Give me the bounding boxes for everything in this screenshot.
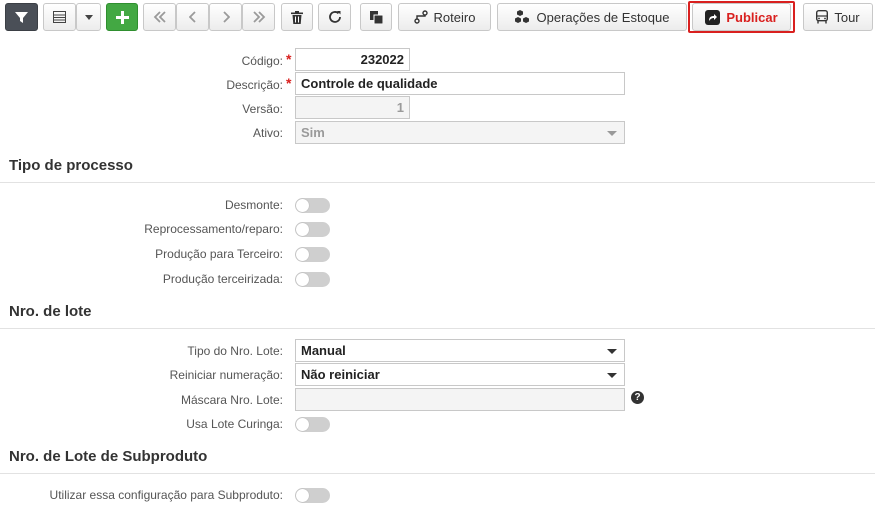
roteiro-button[interactable]: Roteiro xyxy=(398,3,491,31)
toggle-knob xyxy=(296,199,309,212)
publicar-button[interactable]: Publicar xyxy=(692,3,791,31)
reiniciar-select[interactable]: Não reiniciar xyxy=(295,363,625,386)
refresh-button[interactable] xyxy=(318,3,351,31)
route-icon xyxy=(413,10,428,24)
descricao-required-marker: * xyxy=(286,75,292,91)
filter-button[interactable] xyxy=(5,3,38,31)
tour-button[interactable]: Tour xyxy=(803,3,873,31)
producao-terceirizada-label: Produção terceirizada: xyxy=(162,272,283,286)
toggle-knob xyxy=(296,489,309,502)
versao-label: Versão: xyxy=(242,102,283,116)
tipo-lote-label: Tipo do Nro. Lote: xyxy=(187,344,283,358)
mascara-label: Máscara Nro. Lote: xyxy=(180,393,283,407)
ativo-label: Ativo: xyxy=(252,126,283,140)
caret-down-icon xyxy=(84,14,93,20)
codigo-label: Código: xyxy=(241,54,283,68)
view-dropdown-button[interactable] xyxy=(76,3,101,31)
subproduto-divider xyxy=(0,473,875,474)
nro-lote-title: Nro. de lote xyxy=(9,303,92,320)
help-icon[interactable]: ? xyxy=(631,391,644,404)
toggle-knob xyxy=(296,223,309,236)
ativo-caret-icon xyxy=(607,131,617,136)
reiniciar-label: Reiniciar numeração: xyxy=(169,368,283,382)
nro-lote-divider xyxy=(0,328,875,329)
roteiro-label: Roteiro xyxy=(433,9,476,25)
ativo-value: Sim xyxy=(301,125,325,140)
desmonte-label: Desmonte: xyxy=(224,198,283,212)
list-icon xyxy=(53,11,66,23)
chevron-left-icon xyxy=(188,11,196,23)
reiniciar-value: Não reiniciar xyxy=(301,367,380,382)
reiniciar-caret-icon xyxy=(607,373,617,378)
curinga-label: Usa Lote Curinga: xyxy=(186,417,283,431)
operacoes-estoque-button[interactable]: Operações de Estoque xyxy=(497,3,687,31)
previous-record-button[interactable] xyxy=(176,3,209,31)
versao-value: 1 xyxy=(396,100,404,115)
desmonte-toggle[interactable] xyxy=(295,198,330,213)
double-chevron-left-icon xyxy=(153,11,166,23)
ativo-select: Sim xyxy=(295,121,625,144)
list-view-button[interactable] xyxy=(43,3,76,31)
codigo-value: 232022 xyxy=(360,52,404,67)
operacoes-estoque-label: Operações de Estoque xyxy=(536,9,670,25)
producao-terceiro-label: Produção para Terceiro: xyxy=(155,247,283,261)
trash-icon xyxy=(291,10,303,24)
chevron-right-icon xyxy=(222,11,230,23)
utilizar-subproduto-toggle[interactable] xyxy=(295,488,330,503)
tipo-processo-divider xyxy=(0,182,875,183)
producao-terceiro-toggle[interactable] xyxy=(295,247,330,262)
reprocessamento-label: Reprocessamento/reparo: xyxy=(144,222,283,236)
tour-label: Tour xyxy=(834,9,860,25)
versao-input: 1 xyxy=(295,96,410,119)
copy-icon xyxy=(369,10,383,24)
copy-button[interactable] xyxy=(360,3,392,31)
cubes-icon xyxy=(514,10,529,23)
first-record-button[interactable] xyxy=(143,3,176,31)
descricao-label: Descrição: xyxy=(226,78,283,92)
delete-button[interactable] xyxy=(281,3,313,31)
toggle-knob xyxy=(296,273,309,286)
descricao-input[interactable]: Controle de qualidade xyxy=(295,72,625,95)
publicar-label: Publicar xyxy=(726,9,778,25)
subproduto-title: Nro. de Lote de Subproduto xyxy=(9,448,208,465)
descricao-value: Controle de qualidade xyxy=(301,76,438,91)
tipo-lote-value: Manual xyxy=(301,343,346,358)
bus-icon xyxy=(816,10,829,24)
last-record-button[interactable] xyxy=(242,3,275,31)
tipo-lote-select[interactable]: Manual xyxy=(295,339,625,362)
codigo-required-marker: * xyxy=(286,51,292,67)
tipo-lote-caret-icon xyxy=(607,349,617,354)
curinga-toggle[interactable] xyxy=(295,417,330,432)
share-icon xyxy=(705,9,721,25)
plus-icon xyxy=(115,10,129,24)
toggle-knob xyxy=(296,418,309,431)
utilizar-subproduto-label: Utilizar essa configuração para Subprodu… xyxy=(49,488,283,502)
toggle-knob xyxy=(296,248,309,261)
mascara-input[interactable] xyxy=(295,388,625,411)
filter-icon xyxy=(15,11,28,23)
refresh-icon xyxy=(328,11,341,23)
toolbar: Roteiro Operações de Estoque Publicar To… xyxy=(0,0,875,36)
next-record-button[interactable] xyxy=(209,3,242,31)
double-chevron-right-icon xyxy=(252,11,265,23)
tipo-processo-title: Tipo de processo xyxy=(9,157,133,174)
add-button[interactable] xyxy=(106,3,138,31)
codigo-input[interactable]: 232022 xyxy=(295,48,410,71)
reprocessamento-toggle[interactable] xyxy=(295,222,330,237)
producao-terceirizada-toggle[interactable] xyxy=(295,272,330,287)
